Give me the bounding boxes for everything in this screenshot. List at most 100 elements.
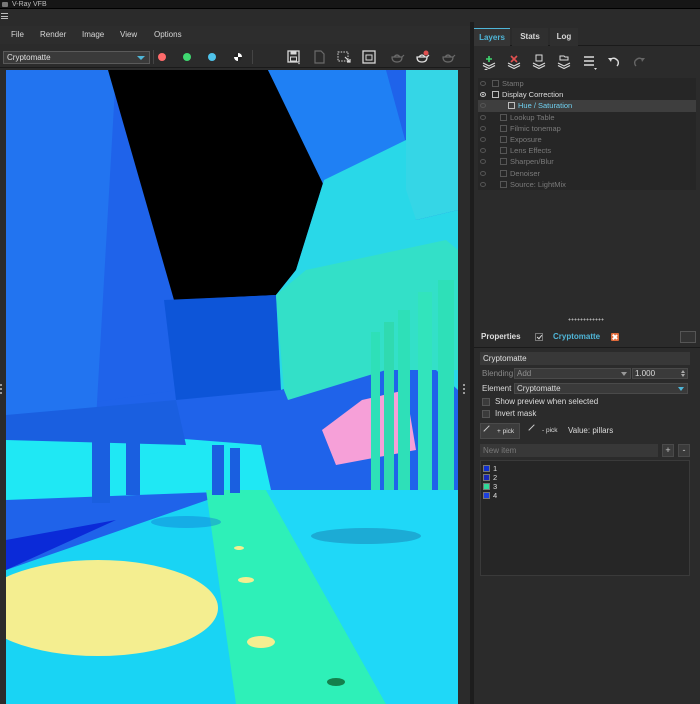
tab-layers[interactable]: Layers (474, 28, 510, 46)
layer-row[interactable]: Exposure (478, 134, 696, 145)
pick-add-button[interactable]: + pick (480, 423, 520, 439)
spin-up-icon[interactable] (681, 370, 685, 373)
layer-label: Display Correction (502, 90, 564, 100)
eye-icon[interactable] (480, 137, 486, 142)
left-resize-handle[interactable] (0, 384, 3, 398)
opacity-value: 1.000 (635, 369, 656, 378)
layer-enable-checkbox[interactable] (500, 113, 507, 121)
layer-label: Lookup Table (510, 112, 555, 122)
eye-icon[interactable] (480, 92, 486, 98)
region-render-icon[interactable] (336, 49, 352, 65)
menu-bar: File Render Image View Options (0, 26, 470, 44)
eye-icon[interactable] (480, 181, 486, 187)
remove-item-button[interactable]: - (678, 444, 690, 457)
layer-enable-checkbox[interactable] (500, 158, 507, 166)
compare-icon[interactable] (361, 49, 377, 65)
eye-icon[interactable] (480, 148, 486, 154)
layer-enable-checkbox[interactable] (500, 169, 507, 177)
invert-mask-checkbox[interactable] (482, 410, 490, 418)
tab-log[interactable]: Log (550, 28, 578, 46)
list-item[interactable]: 2 (483, 473, 563, 482)
eye-icon[interactable] (480, 125, 486, 131)
eye-icon[interactable] (480, 114, 486, 120)
list-item[interactable]: 4 (483, 491, 563, 500)
layer-label: Lens Effects (510, 146, 552, 156)
element-select[interactable]: Cryptomatte (514, 383, 688, 394)
layer-row[interactable]: Denoiser (478, 168, 696, 179)
teapot-icon[interactable] (389, 49, 405, 65)
panel-tabs: Layers Stats Log (474, 28, 700, 46)
hamburger-menu-icon[interactable] (1, 13, 8, 19)
properties-menu-button[interactable] (680, 331, 696, 343)
element-value: Cryptomatte (517, 384, 561, 393)
eye-icon[interactable] (480, 103, 486, 109)
layer-name-field[interactable]: Cryptomatte (480, 352, 690, 365)
layer-list-icon[interactable] (580, 53, 598, 71)
menu-view[interactable]: View (120, 26, 137, 44)
opacity-field[interactable]: 1.000 (632, 368, 688, 379)
layer-row[interactable]: Source: LightMix (478, 179, 696, 190)
window-title: V-Ray VFB (12, 1, 47, 8)
layer-row[interactable]: Lookup Table (478, 112, 696, 123)
tab-stats[interactable]: Stats (512, 28, 548, 46)
layer-enable-checkbox[interactable] (508, 102, 515, 110)
teapot-stop-icon[interactable] (440, 49, 456, 65)
item-color-swatch (483, 483, 490, 490)
blending-select[interactable]: Add (514, 368, 631, 379)
show-preview-row[interactable]: Show preview when selected (482, 397, 682, 408)
blue-channel-button[interactable] (208, 53, 216, 61)
panel-resize-handle[interactable] (463, 384, 466, 398)
add-layer-icon[interactable] (480, 53, 498, 71)
add-item-button[interactable]: + (662, 444, 674, 457)
green-channel-button[interactable] (183, 53, 191, 61)
layer-enable-checkbox[interactable] (500, 124, 507, 132)
delete-layer-icon[interactable] (505, 53, 523, 71)
eye-icon[interactable] (480, 81, 486, 86)
layer-enable-checkbox[interactable] (500, 180, 507, 188)
eye-icon[interactable] (480, 170, 486, 176)
teapot-render-icon[interactable] (414, 49, 430, 65)
new-item-input[interactable]: New item (480, 444, 658, 457)
eye-icon[interactable] (480, 159, 486, 165)
layer-row[interactable]: Lens Effects (478, 145, 696, 156)
save-layers-icon[interactable] (530, 53, 548, 71)
menu-render[interactable]: Render (40, 26, 66, 44)
toolbar-separator (252, 50, 253, 64)
pick-remove-label: - pick (542, 427, 558, 434)
undo-icon[interactable] (605, 53, 623, 71)
layer-row[interactable]: Filmic tonemap (478, 123, 696, 134)
list-item[interactable]: 1 (483, 464, 563, 473)
layer-enabled-checkbox[interactable] (535, 333, 543, 341)
invert-mask-row[interactable]: Invert mask (482, 409, 682, 420)
layer-enable-checkbox[interactable] (492, 80, 499, 87)
menu-options[interactable]: Options (154, 26, 182, 44)
channel-select[interactable]: Cryptomatte (3, 51, 150, 64)
redo-icon[interactable] (630, 53, 648, 71)
blending-value: Add (517, 369, 532, 378)
list-item[interactable]: 3 (483, 482, 563, 491)
load-layers-icon[interactable] (555, 53, 573, 71)
layer-row[interactable]: Sharpen/Blur (478, 156, 696, 167)
layer-row[interactable]: Display Correction (478, 89, 696, 100)
blending-label: Blending (482, 369, 514, 378)
menu-image[interactable]: Image (82, 26, 104, 44)
layer-row[interactable]: Hue / Saturation (478, 100, 696, 112)
layer-label: Sharpen/Blur (510, 157, 554, 167)
item-color-swatch (483, 492, 490, 499)
pick-remove-button[interactable]: - pick (526, 423, 564, 439)
save-icon[interactable] (286, 49, 302, 65)
properties-layer-name: Cryptomatte (553, 332, 601, 341)
vertical-resize-handle[interactable] (568, 318, 604, 321)
render-view[interactable] (6, 70, 458, 704)
layer-enable-checkbox[interactable] (500, 136, 507, 143)
show-preview-checkbox[interactable] (482, 398, 490, 406)
menu-file[interactable]: File (11, 26, 24, 44)
layer-row[interactable]: Stamp (478, 78, 696, 89)
layer-enable-checkbox[interactable] (492, 91, 499, 99)
spin-down-icon[interactable] (681, 374, 685, 377)
red-channel-button[interactable] (158, 53, 166, 61)
alpha-channel-button[interactable] (234, 53, 242, 61)
clone-icon[interactable] (311, 49, 327, 65)
close-icon[interactable] (611, 333, 619, 341)
layer-enable-checkbox[interactable] (500, 147, 507, 155)
